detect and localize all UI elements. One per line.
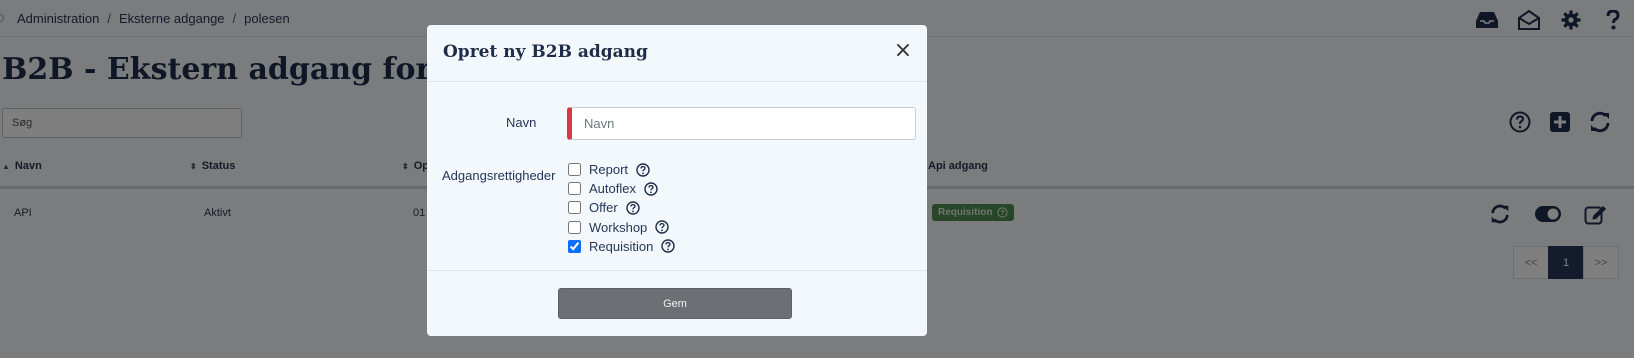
help-circle-icon[interactable]: [625, 201, 640, 215]
autoflex-checkbox[interactable]: [568, 182, 581, 196]
modal-header: Opret ny B2B adgang ×: [427, 25, 927, 82]
create-b2b-access-dialog: Opret ny B2B adgang × Navn Adgangsrettig…: [427, 25, 927, 336]
autoflex-label[interactable]: Autoflex: [589, 181, 636, 196]
requisition-checkbox[interactable]: [568, 239, 581, 253]
help-circle-icon[interactable]: [636, 162, 650, 177]
access-rights-list: Report Autoflex Offer Workshop Requisiti: [567, 160, 676, 256]
help-circle-icon[interactable]: [655, 220, 669, 234]
help-circle-icon[interactable]: [644, 182, 658, 196]
name-label: Navn: [506, 115, 537, 130]
report-label[interactable]: Report: [589, 162, 628, 177]
save-button[interactable]: Gem: [558, 288, 792, 319]
workshop-label[interactable]: Workshop: [589, 220, 647, 235]
requisition-label[interactable]: Requisition: [589, 239, 653, 254]
right-autoflex: Autoflex: [567, 179, 675, 198]
workshop-checkbox[interactable]: [568, 220, 581, 234]
offer-checkbox[interactable]: [568, 201, 581, 215]
name-input[interactable]: [567, 107, 916, 140]
modal-title: Opret ny B2B adgang: [443, 42, 648, 62]
close-button[interactable]: ×: [893, 40, 913, 62]
modal-body: Navn Adgangsrettigheder Report Autoflex …: [427, 82, 927, 271]
right-requisition: Requisition: [567, 237, 676, 256]
modal-footer: Gem: [427, 271, 927, 335]
help-circle-icon[interactable]: [661, 239, 676, 254]
access-rights-label: Adgangsrettigheder: [442, 168, 556, 183]
right-workshop: Workshop: [567, 218, 675, 237]
report-checkbox[interactable]: [568, 163, 581, 177]
right-offer: Offer: [567, 198, 675, 217]
offer-label[interactable]: Offer: [589, 200, 618, 215]
right-report: Report: [567, 160, 675, 179]
